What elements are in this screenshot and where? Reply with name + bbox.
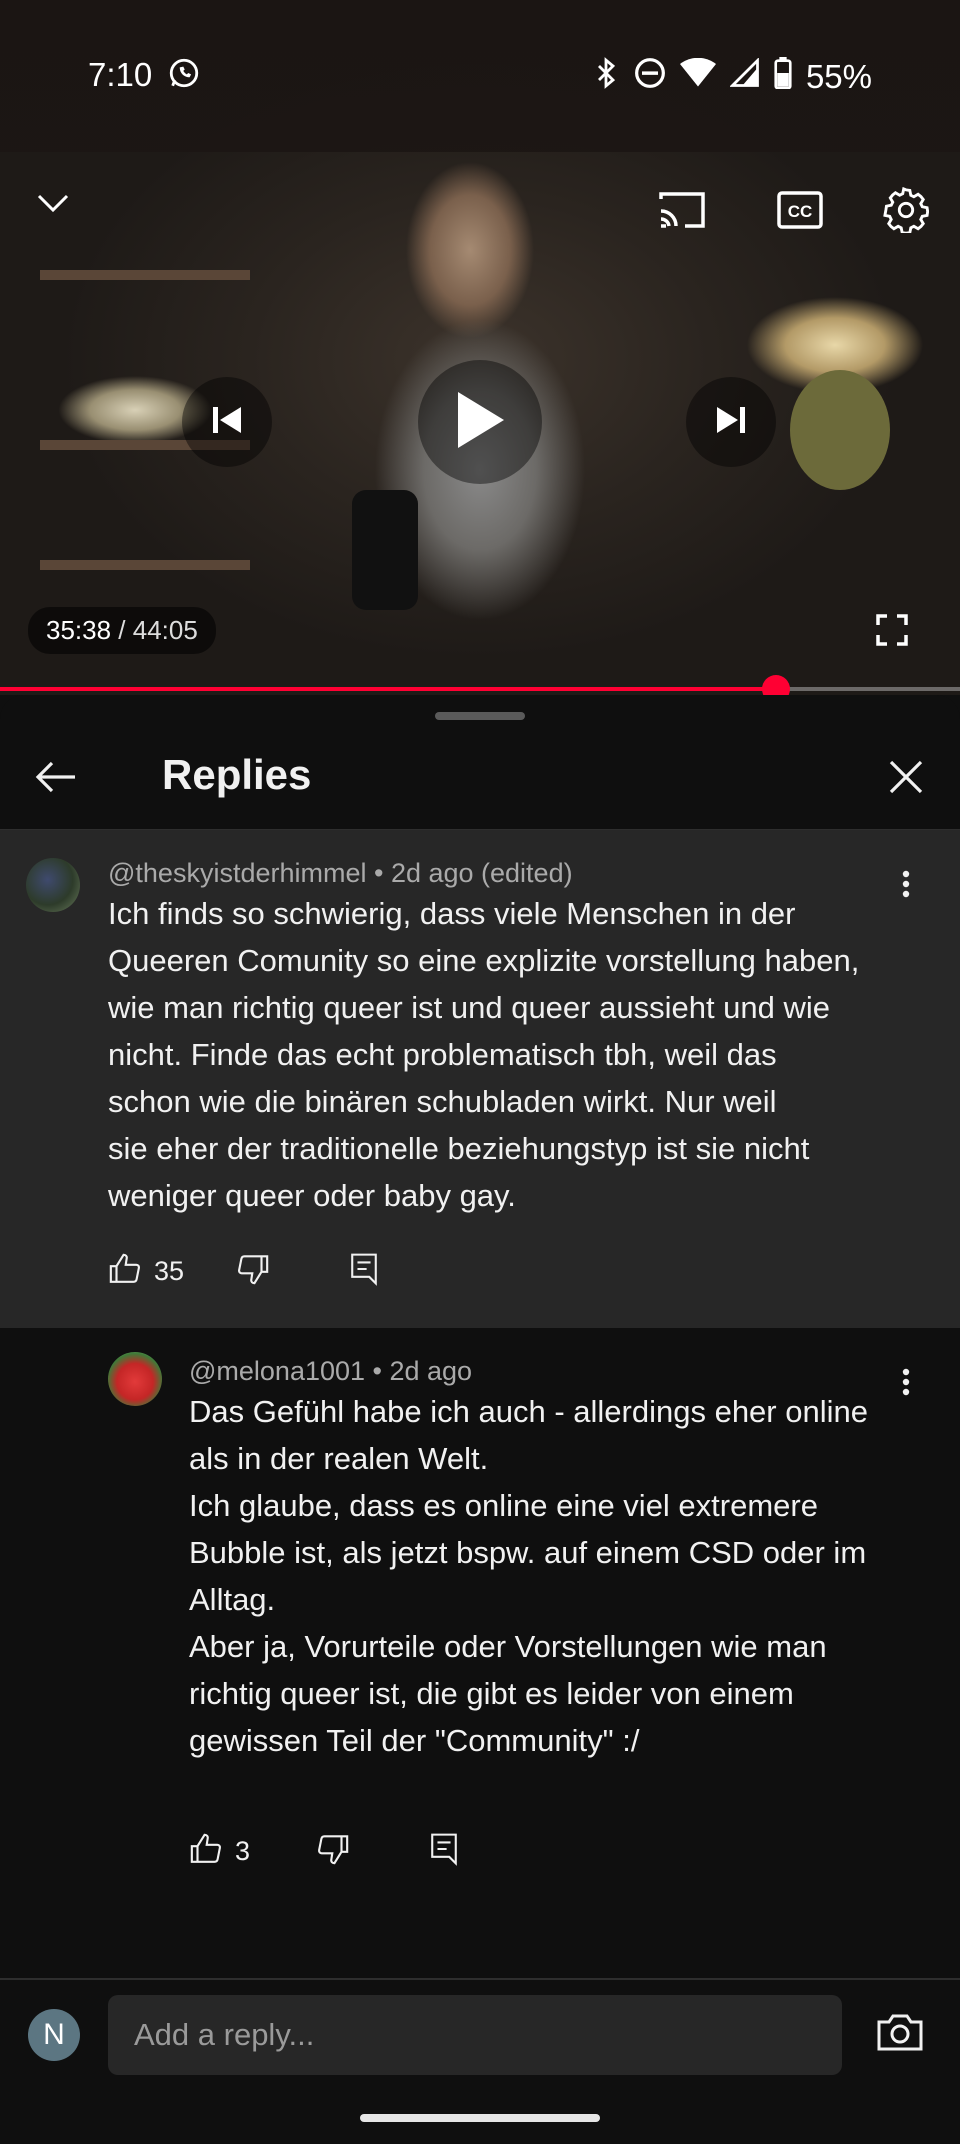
- reply-button[interactable]: [348, 1252, 380, 1291]
- minimize-button[interactable]: [22, 180, 84, 230]
- replies-panel: Replies @theskyistderhimmel • 2d ago (ed…: [0, 695, 960, 2142]
- status-time: 7:10: [88, 56, 201, 98]
- close-icon: [888, 759, 924, 800]
- skip-previous-icon: [210, 405, 244, 440]
- like-count: 35: [154, 1256, 185, 1286]
- comment-icon: [348, 1252, 380, 1291]
- time-separator: /: [111, 615, 133, 645]
- comment-timestamp: • 2d ago: [365, 1356, 473, 1386]
- like-count: 3: [235, 1836, 251, 1866]
- video-player[interactable]: 7:10 55% CC 35:38 / 44:05: [0, 0, 960, 695]
- do-not-disturb-icon: [634, 57, 666, 97]
- bluetooth-icon: [592, 56, 620, 98]
- video-duration: 44:05: [132, 615, 198, 645]
- comment-text: Das Gefühl habe ich auch - allerdings eh…: [189, 1394, 868, 1758]
- current-time: 35:38: [46, 615, 112, 645]
- avatar[interactable]: [26, 858, 80, 912]
- cast-icon: [657, 189, 707, 236]
- closed-captions-icon: CC: [777, 190, 823, 234]
- comment-text: Ich finds so schwierig, dass viele Mensc…: [108, 896, 860, 1213]
- like-button[interactable]: 3: [189, 1832, 250, 1871]
- reply-comment: @melona1001 • 2d ago Das Gefühl habe ich…: [0, 1328, 960, 1928]
- next-button[interactable]: [686, 377, 776, 467]
- fullscreen-button[interactable]: [870, 610, 914, 654]
- parent-comment: @theskyistderhimmel • 2d ago (edited) Ic…: [0, 830, 960, 1328]
- playback-time: 35:38 / 44:05: [28, 607, 216, 654]
- drag-handle[interactable]: [435, 712, 525, 720]
- battery-percent: 55%: [805, 58, 872, 95]
- status-icons: 55%: [592, 56, 872, 98]
- chevron-down-icon: [36, 192, 70, 219]
- battery-icon: [774, 57, 792, 97]
- play-button[interactable]: [418, 360, 542, 484]
- comment-icon: [428, 1832, 460, 1871]
- gear-icon: [883, 186, 930, 238]
- reply-bar: N: [0, 1978, 960, 2144]
- comment-author[interactable]: @theskyistderhimmel: [108, 858, 366, 888]
- video-microphone: [352, 490, 418, 610]
- dislike-button[interactable]: [316, 1832, 350, 1871]
- progress-bar[interactable]: [0, 675, 960, 695]
- thumbs-up-icon: [189, 1832, 223, 1871]
- camera-button[interactable]: [872, 2008, 928, 2060]
- captions-button[interactable]: CC: [768, 185, 832, 239]
- comment-author[interactable]: @melona1001: [189, 1356, 365, 1386]
- home-indicator[interactable]: [360, 2114, 600, 2122]
- comment-meta: @melona1001 • 2d ago: [189, 1356, 472, 1387]
- reply-input[interactable]: [108, 1995, 842, 2075]
- comment-timestamp: • 2d ago (edited): [366, 858, 573, 888]
- like-button[interactable]: 35: [108, 1252, 184, 1291]
- signal-icon: [729, 57, 760, 96]
- fullscreen-icon: [876, 613, 908, 651]
- user-avatar[interactable]: N: [28, 2009, 80, 2061]
- wifi-icon: [679, 57, 716, 96]
- video-lamp: [790, 370, 890, 490]
- play-icon: [454, 390, 506, 455]
- arrow-left-icon: [35, 760, 77, 799]
- comment-actions: 3: [189, 1832, 460, 1871]
- thumbs-up-icon: [108, 1252, 142, 1291]
- camera-icon: [876, 2012, 924, 2057]
- status-bar: 7:10 55%: [0, 0, 960, 152]
- panel-title: Replies: [162, 751, 312, 798]
- back-button[interactable]: [28, 753, 84, 805]
- settings-button[interactable]: [876, 182, 936, 242]
- dislike-button[interactable]: [236, 1252, 270, 1291]
- replies-header: Replies: [0, 725, 960, 831]
- progress-fill: [0, 687, 776, 691]
- reply-button[interactable]: [428, 1832, 460, 1871]
- previous-button[interactable]: [182, 377, 272, 467]
- comment-meta: @theskyistderhimmel • 2d ago (edited): [108, 858, 573, 889]
- svg-text:CC: CC: [788, 202, 813, 221]
- skip-next-icon: [714, 405, 748, 440]
- video-shelf: [40, 560, 250, 570]
- progress-scrubber[interactable]: [761, 675, 790, 695]
- video-shelf: [40, 270, 250, 280]
- comment-actions: 35: [108, 1252, 380, 1291]
- thumbs-down-icon: [236, 1252, 270, 1291]
- close-button[interactable]: [880, 753, 932, 805]
- avatar[interactable]: [108, 1352, 162, 1406]
- thumbs-down-icon: [316, 1832, 350, 1871]
- whatsapp-icon: [167, 56, 201, 98]
- cast-button[interactable]: [650, 185, 714, 239]
